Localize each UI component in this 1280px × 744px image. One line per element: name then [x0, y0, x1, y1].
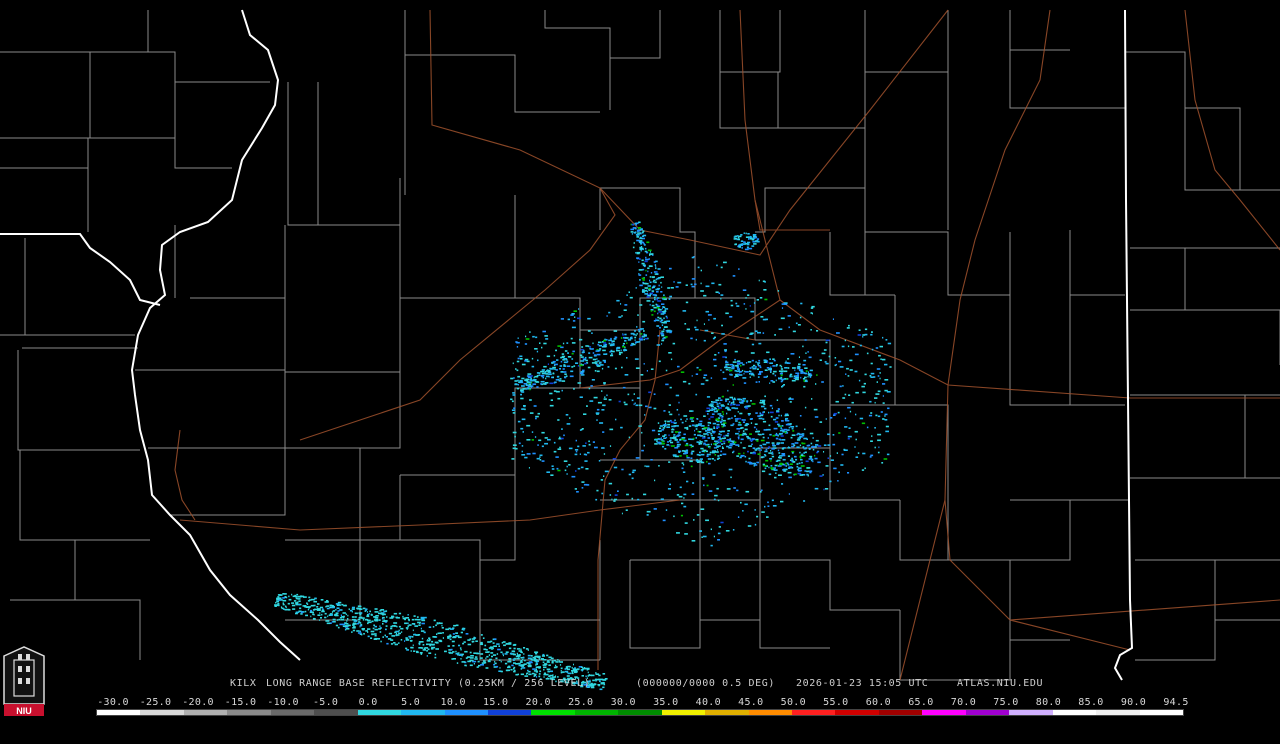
colorbar-label: -15.0	[224, 697, 257, 708]
colorbar-swatch	[965, 710, 1010, 715]
colorbar-label: 85.0	[1078, 697, 1104, 708]
colorbar-swatch	[1009, 710, 1053, 715]
colorbar-label: 15.0	[483, 697, 509, 708]
colorbar-label: 70.0	[950, 697, 977, 708]
colorbar-label: 65.0	[908, 697, 934, 708]
colorbar-label: 30.0	[610, 697, 636, 708]
colorbar-swatch	[183, 710, 228, 715]
colorbar-label: -20.0	[182, 697, 214, 708]
colorbar-label: 25.0	[568, 697, 594, 708]
colorbar-label: -10.0	[267, 697, 299, 708]
colorbar-swatch	[1052, 710, 1097, 715]
colorbar-swatch	[574, 710, 619, 715]
colorbar-label: -5.0	[312, 697, 339, 708]
colorbar-swatch	[531, 710, 575, 715]
colorbar-label: 80.0	[1035, 697, 1062, 708]
colorbar-swatch	[705, 710, 749, 715]
colorbar-swatch	[227, 710, 271, 715]
colorbar-label: 55.0	[823, 697, 849, 708]
colorbar-swatch	[748, 710, 792, 715]
sweep-info: (000000/0000 0.5 DEG)	[636, 678, 776, 689]
colorbar-swatch	[922, 710, 966, 715]
colorbar-swatch	[878, 710, 923, 715]
colorbar-label: 50.0	[780, 697, 806, 708]
colorbar-label: 10.0	[440, 697, 466, 708]
colorbar-labels: -30.0 -25.0 -20.0 -15.0 -10.0 -5.0 0.0 5.0 10.0 1…	[0, 697, 1280, 709]
colorbar-label: 60.0	[865, 697, 892, 708]
colorbar-swatch	[618, 710, 662, 715]
colorbar-swatch	[661, 710, 706, 715]
colorbar-swatch	[1096, 710, 1140, 715]
colorbar-label: 0.0	[358, 697, 378, 708]
colorbar-swatch	[792, 710, 836, 715]
colorbar-label: 40.0	[695, 697, 721, 708]
colorbar-swatch	[444, 710, 488, 715]
colorbar-swatch	[401, 710, 445, 715]
product-title-bar: KILX LONG RANGE BASE REFLECTIVITY (0.25K…	[0, 678, 1280, 692]
colorbar-label: 35.0	[653, 697, 679, 708]
colorbar-swatch	[1139, 710, 1183, 715]
colorbar-label: 45.0	[738, 697, 764, 708]
colorbar-swatch	[97, 710, 141, 715]
reflectivity-colorbar	[96, 709, 1184, 716]
colorbar-label: -25.0	[139, 697, 172, 708]
colorbar-swatch	[357, 710, 402, 715]
colorbar-swatch	[140, 710, 184, 715]
source-site: ATLAS.NIU.EDU	[957, 678, 1044, 689]
station-id: KILX	[230, 678, 257, 689]
colorbar-swatch	[835, 710, 879, 715]
valid-time: 2026-01-23 15:05 UTC	[796, 678, 929, 689]
niu-logo: NIU	[3, 646, 45, 716]
colorbar-swatch	[487, 710, 532, 715]
colorbar-label: 90.0	[1120, 697, 1147, 708]
product-name: LONG RANGE BASE REFLECTIVITY (0.25KM / 2…	[266, 678, 591, 689]
colorbar-label: -30.0	[97, 697, 129, 708]
colorbar-swatch	[314, 710, 358, 715]
colorbar-swatch	[270, 710, 315, 715]
logo-text: NIU	[16, 706, 32, 716]
colorbar-label: 20.0	[525, 697, 551, 708]
radar-map	[0, 0, 1280, 720]
colorbar-label: 5.0	[401, 697, 421, 708]
colorbar-label: 75.0	[993, 697, 1019, 708]
colorbar-label: 94.5	[1163, 697, 1189, 708]
